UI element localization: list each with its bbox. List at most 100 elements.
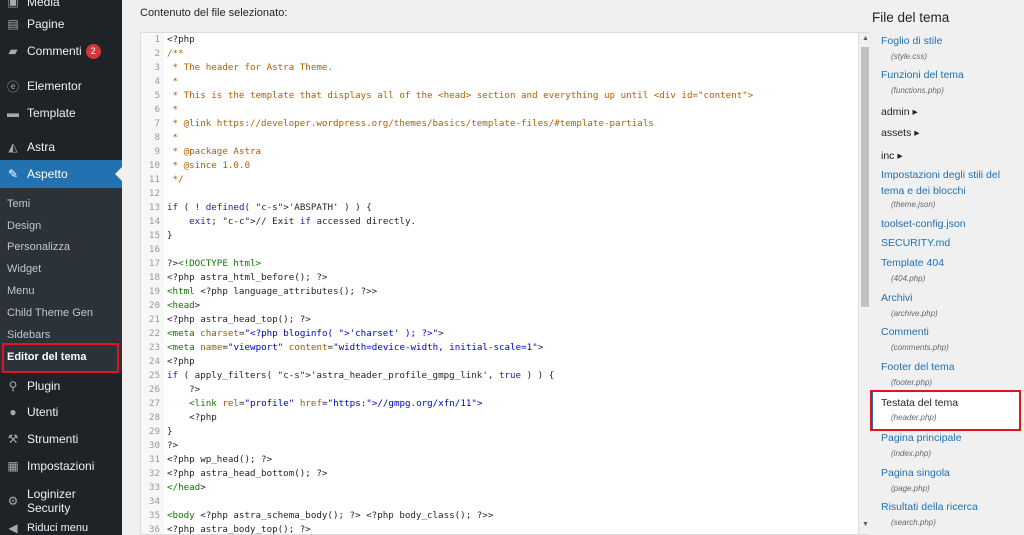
code-line[interactable]: 26 ?> [141, 383, 859, 397]
code-line[interactable]: 15} [141, 229, 859, 243]
line-number: 27 [141, 397, 164, 411]
menu-pagine[interactable]: ▤ Pagine [0, 10, 122, 38]
line-number: 9 [141, 145, 164, 159]
menu-elementor[interactable]: ⓔ Elementor [0, 72, 122, 100]
code-line[interactable]: 22 <meta charset="<?php bloginfo( ">'char… [141, 327, 859, 341]
file-index-php[interactable]: Pagina principale [881, 430, 1019, 446]
code-line[interactable]: 2/** [141, 47, 859, 61]
code-line[interactable]: 34 [141, 495, 859, 509]
menu-impostazioni[interactable]: ▦ Impostazioni [0, 452, 122, 480]
file-sub: (theme.json) [891, 200, 936, 209]
code-line[interactable]: 16 [141, 243, 859, 257]
menu-aspetto[interactable]: ✎ Aspetto [0, 160, 122, 188]
code-line[interactable]: 10 * @since 1.0.0 [141, 159, 859, 173]
submenu-design[interactable]: Design [7, 216, 41, 236]
code-line[interactable]: 5 * This is the template that displays a… [141, 89, 859, 103]
code-line[interactable]: 21 <?php astra_head_top(); ?> [141, 313, 859, 327]
submenu-sidebars[interactable]: Sidebars [7, 325, 50, 345]
file-page-php[interactable]: Pagina singola [881, 465, 1019, 481]
folder-assets[interactable]: assets ▸ [881, 127, 920, 139]
submenu-menu[interactable]: Menu [7, 281, 35, 301]
media-icon: ▣ [7, 0, 19, 9]
code-line[interactable]: 24 <?php [141, 355, 859, 369]
code-line[interactable]: 12 [141, 187, 859, 201]
code-line[interactable]: 27 <link rel="profile" href="https:">//g… [141, 397, 859, 411]
line-code: <?php astra_html_before(); ?> [167, 272, 328, 283]
code-editor[interactable]: 1 <?php 2/** 3 * The header for Astra Theme… [140, 32, 872, 535]
line-number: 14 [141, 215, 164, 229]
menu-template[interactable]: ▬ Template [0, 99, 122, 127]
file-functions-php[interactable]: Funzioni del tema [881, 67, 1019, 83]
menu-plugin[interactable]: ⚲ Plugin [0, 372, 122, 400]
line-code: */ [167, 174, 184, 185]
code-line[interactable]: 18 <?php astra_html_before(); ?> [141, 271, 859, 285]
code-line[interactable]: 11 */ [141, 173, 859, 187]
theme-files-panel: File del tema Foglio di stile (style.css… [869, 0, 1024, 535]
code-line[interactable]: 9 * @package Astra [141, 145, 859, 159]
code-line[interactable]: 31 <?php wp_head(); ?> [141, 453, 859, 467]
code-line[interactable]: 23 <meta name="viewport" content="width=d… [141, 341, 859, 355]
code-line[interactable]: 14 exit; "c-c">// Exit if accessed direc… [141, 215, 859, 229]
line-number: 20 [141, 299, 164, 313]
code-line[interactable]: 4 * [141, 75, 859, 89]
file-archive-php[interactable]: Archivi [881, 290, 1019, 306]
file-sub: (index.php) [891, 449, 932, 458]
file-style-css[interactable]: Foglio di stile [881, 33, 1019, 49]
submenu-child-theme-gen[interactable]: Child Theme Gen [7, 303, 93, 323]
code-line[interactable]: 3 * The header for Astra Theme. [141, 61, 859, 75]
file-security-md[interactable]: SECURITY.md [881, 235, 1019, 251]
line-number: 21 [141, 313, 164, 327]
folder-admin[interactable]: admin ▸ [881, 106, 918, 118]
scroll-up-icon[interactable]: ▲ [862, 35, 869, 42]
code-line[interactable]: 25 if ( apply_filters( "c-s">'astra_heade… [141, 369, 859, 383]
line-number: 36 [141, 523, 164, 534]
code-line[interactable]: 30 ?> [141, 439, 859, 453]
file-toolset-config[interactable]: toolset-config.json [881, 216, 1019, 232]
file-footer-php[interactable]: Footer del tema [881, 359, 1019, 375]
file-theme-json[interactable]: Impostazioni degli stili del tema e dei … [881, 167, 1019, 199]
code-line[interactable]: 8 * [141, 131, 859, 145]
menu-utenti[interactable]: ● Utenti [0, 398, 122, 426]
code-line[interactable]: 6 * [141, 103, 859, 117]
file-sub: (footer.php) [891, 378, 933, 387]
submenu-personalizza[interactable]: Personalizza [7, 237, 70, 257]
admin-sidebar: ▣ Media ▤ Pagine ▰ Commenti 2 ⓔ Elementor ▬ Te… [0, 0, 122, 535]
code-line[interactable]: 33 </head> [141, 481, 859, 495]
code-line[interactable]: 13 if ( ! defined( "c-s">'ABSPATH' ) ) { [141, 201, 859, 215]
line-number: 30 [141, 439, 164, 453]
line-number: 32 [141, 467, 164, 481]
code-line[interactable]: 1 <?php [141, 33, 859, 47]
code-line[interactable]: 36 <?php astra_body_top(); ?> [141, 523, 859, 534]
highlight-box-header-file [870, 390, 1021, 431]
scrollbar-thumb[interactable] [861, 47, 869, 307]
submenu-widget[interactable]: Widget [7, 259, 41, 279]
line-code: exit; "c-c">// Exit if accessed directly… [189, 216, 417, 227]
code-line[interactable]: 17 ?><!DOCTYPE html> [141, 257, 859, 271]
submenu-temi[interactable]: Temi [7, 194, 30, 214]
menu-commenti[interactable]: ▰ Commenti 2 [0, 37, 122, 65]
gear-icon: ⚙ [7, 494, 19, 508]
file-search-php[interactable]: Risultati della ricerca [881, 499, 1019, 515]
file-404-php[interactable]: Template 404 [881, 255, 1019, 271]
menu-astra[interactable]: ◭ Astra [0, 133, 122, 161]
menu-label: Aspetto [27, 167, 68, 181]
menu-label: Media [27, 0, 60, 9]
code-line[interactable]: 19 <html <?php language_attributes(); ?>> [141, 285, 859, 299]
code-line[interactable]: 20 <head> [141, 299, 859, 313]
folder-inc[interactable]: inc ▸ [881, 150, 903, 162]
menu-loginizer-security[interactable]: ⚙ Loginizer Security [0, 487, 122, 515]
menu-strumenti[interactable]: ⚒ Strumenti [0, 425, 122, 453]
code-line[interactable]: 35 <body <?php astra_schema_body(); ?> <?… [141, 509, 859, 523]
line-number: 6 [141, 103, 164, 117]
line-number: 26 [141, 383, 164, 397]
code-line[interactable]: 29} [141, 425, 859, 439]
file-comments-php[interactable]: Commenti [881, 324, 1019, 340]
scroll-down-icon[interactable]: ▼ [862, 521, 869, 528]
menu-riduci[interactable]: ◀ Riduci menu [0, 514, 122, 535]
file-sub: (functions.php) [891, 86, 944, 95]
code-line[interactable]: 32 <?php astra_head_bottom(); ?> [141, 467, 859, 481]
line-number: 17 [141, 257, 164, 271]
code-line[interactable]: 28 <?php [141, 411, 859, 425]
code-line[interactable]: 7 * @link https://developer.wordpress.or… [141, 117, 859, 131]
